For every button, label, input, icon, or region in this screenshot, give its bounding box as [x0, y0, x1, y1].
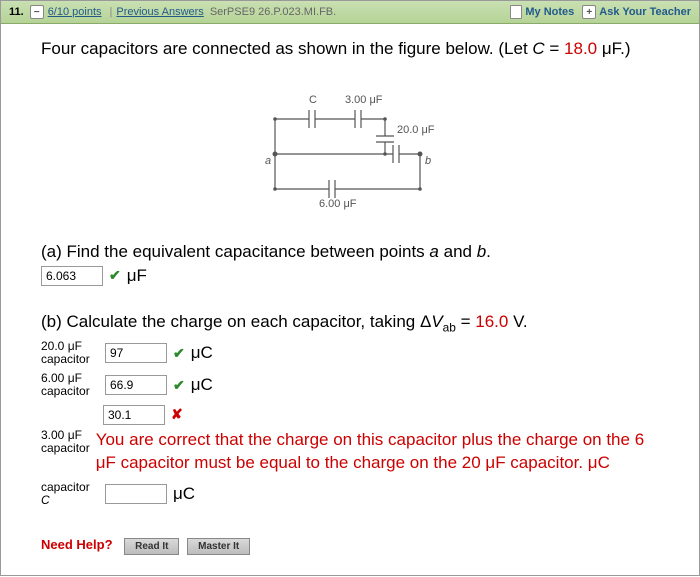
part-a-prompt: (a) Find the equivalent capacitance betw…: [41, 242, 669, 262]
fig-label-20: 20.0 μF: [397, 124, 435, 136]
read-it-button[interactable]: Read It: [124, 538, 179, 555]
row3-label: 3.00 μF capacitor: [41, 429, 90, 455]
check-icon: ✔: [173, 345, 185, 362]
part-b-row-4: capacitor C μC: [41, 481, 669, 507]
part-b-row-2: 6.00 μF capacitor ✔ μC: [41, 372, 669, 398]
need-help-label: Need Help?: [41, 537, 113, 552]
part-a-unit: μF: [127, 266, 147, 286]
fig-label-b: b: [425, 155, 431, 167]
row4-label: capacitor C: [41, 481, 99, 507]
plus-icon[interactable]: +: [582, 5, 596, 19]
circuit-figure: C 3.00 μF 20.0 μF 6.00 μF a b: [245, 74, 465, 224]
row4-input[interactable]: [105, 484, 167, 504]
part-b-row-3: 3.00 μF capacitor You are correct that t…: [41, 429, 669, 475]
fig-label-3: 3.00 μF: [345, 94, 383, 106]
problem-id: SerPSE9 26.P.023.MI.FB.: [210, 6, 336, 18]
row2-input[interactable]: [105, 375, 167, 395]
minus-icon[interactable]: −: [30, 5, 44, 19]
question-header: 11. − 6/10 points | Previous Answers Ser…: [1, 1, 699, 24]
feedback-text: You are correct that the charge on this …: [96, 429, 669, 475]
document-icon: [510, 5, 522, 19]
question-content: Four capacitors are connected as shown i…: [1, 24, 699, 575]
question-text: Four capacitors are connected as shown i…: [41, 36, 669, 62]
check-icon: ✔: [173, 377, 185, 394]
fig-label-c: C: [309, 94, 317, 106]
row2-label: 6.00 μF capacitor: [41, 372, 99, 398]
row1-label: 20.0 μF capacitor: [41, 340, 99, 366]
part-b-row-1: 20.0 μF capacitor ✔ μC: [41, 340, 669, 366]
check-icon: ✔: [109, 267, 121, 284]
need-help-row: Need Help? Read It Master It: [41, 537, 669, 555]
points-link[interactable]: 6/10 points: [48, 6, 102, 18]
cross-icon: ✘: [171, 406, 183, 423]
part-b-prompt: (b) Calculate the charge on each capacit…: [41, 312, 669, 334]
question-number: 11.: [9, 6, 24, 18]
my-notes-link[interactable]: My Notes: [525, 6, 574, 18]
question-card: 11. − 6/10 points | Previous Answers Ser…: [0, 0, 700, 576]
master-it-button[interactable]: Master It: [187, 538, 250, 555]
part-b-wrong-row: ✘: [103, 405, 669, 425]
separator: |: [110, 6, 113, 18]
fig-label-a: a: [265, 155, 271, 167]
part-a-input[interactable]: [41, 266, 103, 286]
ask-teacher-link[interactable]: Ask Your Teacher: [599, 6, 691, 18]
row1-input[interactable]: [105, 343, 167, 363]
part-a-answer-row: ✔ μF: [41, 266, 669, 286]
fig-label-6: 6.00 μF: [319, 198, 357, 210]
wrong-input[interactable]: [103, 405, 165, 425]
previous-answers-link[interactable]: Previous Answers: [116, 6, 203, 18]
